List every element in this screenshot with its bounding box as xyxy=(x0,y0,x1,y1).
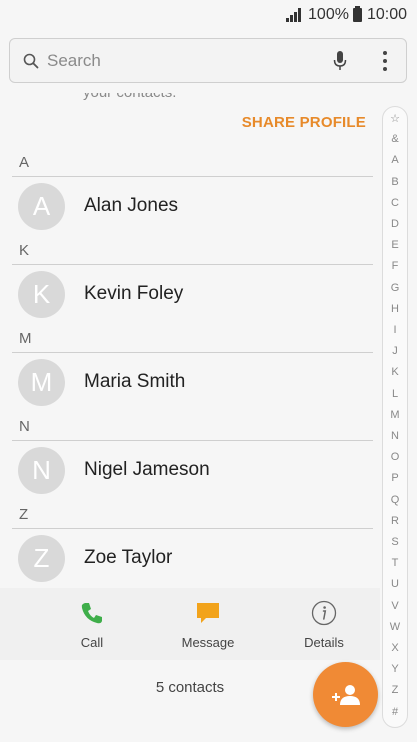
avatar: M xyxy=(18,358,65,406)
index-letter[interactable]: K xyxy=(383,366,407,378)
contact-name: Maria Smith xyxy=(84,371,186,392)
index-letter[interactable]: L xyxy=(383,388,407,400)
share-profile-button[interactable]: SHARE PROFILE xyxy=(242,114,366,131)
section-header-z: Z xyxy=(19,506,29,523)
index-letter[interactable]: W xyxy=(383,621,407,633)
index-letter[interactable]: ☆ xyxy=(383,112,407,125)
call-label: Call xyxy=(80,635,104,650)
microphone-icon[interactable] xyxy=(332,50,348,72)
contact-row-zoe-taylor[interactable]: Z Zoe Taylor xyxy=(0,526,380,588)
details-button[interactable]: Details xyxy=(284,588,364,660)
contact-count: 5 contacts xyxy=(155,679,225,696)
contact-name: Kevin Foley xyxy=(84,283,184,304)
details-label: Details xyxy=(304,635,344,650)
section-header-m: M xyxy=(19,330,32,347)
contacts-screen: 100% 10:00 your contacts. SHARE PROFILE … xyxy=(0,0,417,742)
index-letter[interactable]: T xyxy=(383,557,407,569)
info-icon xyxy=(311,600,337,626)
index-letter[interactable]: Y xyxy=(383,663,407,675)
search-icon xyxy=(23,53,39,68)
contact-row-alan-jones[interactable]: A Alan Jones xyxy=(0,174,380,238)
more-options-icon[interactable] xyxy=(380,49,390,73)
index-letter[interactable]: B xyxy=(383,176,407,188)
index-letter[interactable]: I xyxy=(383,324,407,336)
index-letter[interactable]: D xyxy=(383,218,407,230)
index-letter[interactable]: U xyxy=(383,578,407,590)
status-bar: 100% 10:00 xyxy=(0,0,417,30)
avatar: K xyxy=(18,270,65,318)
index-letter[interactable]: R xyxy=(383,515,407,527)
contact-name: Alan Jones xyxy=(84,195,179,216)
index-letter[interactable]: G xyxy=(383,282,407,294)
contact-list[interactable]: your contacts. SHARE PROFILE A A Alan Jo… xyxy=(0,93,417,588)
contact-row-maria-smith[interactable]: M Maria Smith xyxy=(0,350,380,414)
index-letter[interactable]: S xyxy=(383,536,407,548)
index-letter[interactable]: X xyxy=(383,642,407,654)
alphabet-index[interactable]: ☆ & A B C D E F G H I J K L M N O P Q R S T U V W X Y Z # xyxy=(382,106,408,728)
index-letter[interactable]: Q xyxy=(383,494,407,506)
battery-percentage: 100% xyxy=(308,6,349,23)
avatar: Z xyxy=(18,534,65,582)
index-letter[interactable]: H xyxy=(383,303,407,315)
contact-name: Zoe Taylor xyxy=(84,547,173,568)
message-label: Message xyxy=(181,635,235,650)
index-letter[interactable]: E xyxy=(383,239,407,251)
index-letter[interactable]: C xyxy=(383,197,407,209)
phone-icon xyxy=(81,603,102,624)
contact-action-bar: Call Message Details xyxy=(0,588,380,660)
index-letter[interactable]: P xyxy=(383,472,407,484)
section-header-n: N xyxy=(19,418,30,435)
signal-icon xyxy=(286,8,302,22)
search-input[interactable] xyxy=(47,50,307,71)
message-button[interactable]: Message xyxy=(168,588,248,660)
add-contact-icon xyxy=(331,684,360,705)
avatar: N xyxy=(18,446,65,494)
contact-row-kevin-foley[interactable]: K Kevin Foley xyxy=(0,262,380,326)
index-letter[interactable]: F xyxy=(383,260,407,272)
index-letter[interactable]: J xyxy=(383,345,407,357)
section-header-a: A xyxy=(19,154,30,171)
call-button[interactable]: Call xyxy=(52,588,132,660)
index-letter[interactable]: N xyxy=(383,430,407,442)
search-bar[interactable] xyxy=(9,38,407,83)
message-icon xyxy=(197,603,219,623)
index-letter[interactable]: # xyxy=(383,706,407,718)
contact-row-nigel-jameson[interactable]: N Nigel Jameson xyxy=(0,438,380,502)
index-letter[interactable]: V xyxy=(383,600,407,612)
profile-hint-text: your contacts. xyxy=(83,93,176,101)
battery-icon xyxy=(352,6,362,22)
add-contact-button[interactable] xyxy=(313,662,378,727)
index-letter[interactable]: O xyxy=(383,451,407,463)
index-letter[interactable]: Z xyxy=(383,684,407,696)
index-letter[interactable]: & xyxy=(383,133,407,145)
contact-name: Nigel Jameson xyxy=(84,459,210,480)
index-letter[interactable]: A xyxy=(383,154,407,166)
clock: 10:00 xyxy=(366,6,407,23)
section-header-k: K xyxy=(19,242,30,259)
index-letter[interactable]: M xyxy=(383,409,407,421)
avatar: A xyxy=(18,182,65,230)
